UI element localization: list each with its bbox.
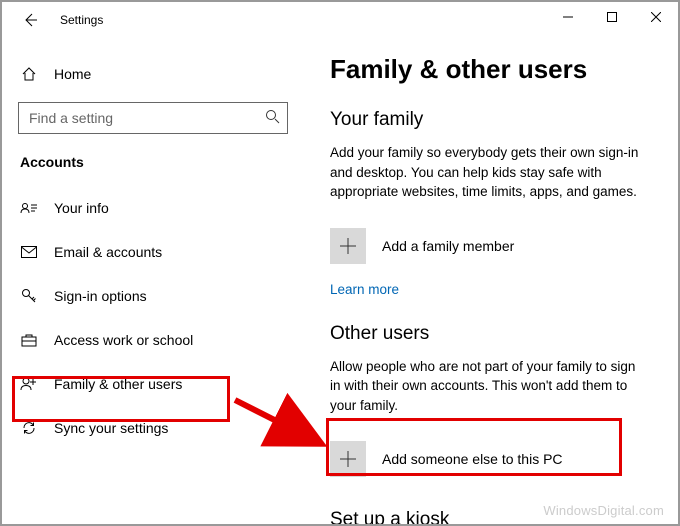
- nav-work-school[interactable]: Access work or school: [18, 318, 302, 362]
- add-other-label: Add someone else to this PC: [382, 451, 563, 467]
- section-label: Accounts: [18, 154, 302, 170]
- close-icon: [651, 12, 661, 22]
- search-input[interactable]: [18, 102, 288, 134]
- nav-signin-options[interactable]: Sign-in options: [18, 274, 302, 318]
- settings-window: Settings Home: [0, 0, 680, 526]
- family-heading: Your family: [330, 109, 648, 131]
- main-panel: Family & other users Your family Add you…: [312, 38, 678, 524]
- search-wrap: [18, 102, 288, 134]
- nav-label: Sync your settings: [54, 420, 168, 436]
- back-button[interactable]: [20, 10, 40, 30]
- plus-icon: [330, 228, 366, 264]
- titlebar: Settings: [2, 2, 678, 38]
- arrow-left-icon: [22, 12, 38, 28]
- page-title: Family & other users: [330, 54, 648, 85]
- search-icon: [265, 109, 280, 127]
- sidebar: Home Accounts Your info: [2, 38, 312, 524]
- minimize-button[interactable]: [546, 2, 590, 32]
- nav-label: Access work or school: [54, 332, 193, 348]
- briefcase-icon: [20, 333, 38, 347]
- family-description: Add your family so everybody gets their …: [330, 143, 648, 202]
- minimize-icon: [563, 12, 573, 22]
- window-title: Settings: [60, 13, 103, 27]
- close-button[interactable]: [634, 2, 678, 32]
- learn-more-link[interactable]: Learn more: [330, 282, 648, 297]
- plus-icon: [330, 441, 366, 477]
- content-area: Home Accounts Your info: [2, 38, 678, 524]
- nav-your-info[interactable]: Your info: [18, 186, 302, 230]
- nav-label: Email & accounts: [54, 244, 162, 260]
- other-users-description: Allow people who are not part of your fa…: [330, 357, 648, 416]
- nav-list: Your info Email & accounts Sign-in optio…: [18, 186, 302, 450]
- person-card-icon: [20, 201, 38, 215]
- maximize-icon: [607, 12, 617, 22]
- maximize-button[interactable]: [590, 2, 634, 32]
- add-family-label: Add a family member: [382, 238, 514, 254]
- nav-label: Sign-in options: [54, 288, 147, 304]
- other-users-heading: Other users: [330, 323, 648, 345]
- watermark: WindowsDigital.com: [543, 503, 664, 518]
- home-icon: [20, 66, 38, 82]
- window-controls: [546, 2, 678, 32]
- nav-email-accounts[interactable]: Email & accounts: [18, 230, 302, 274]
- nav-label: Your info: [54, 200, 109, 216]
- add-other-user-button[interactable]: Add someone else to this PC: [330, 431, 648, 487]
- nav-sync-settings[interactable]: Sync your settings: [18, 406, 302, 450]
- nav-label: Family & other users: [54, 376, 182, 392]
- home-link[interactable]: Home: [18, 56, 302, 92]
- sync-icon: [20, 420, 38, 436]
- home-label: Home: [54, 66, 91, 82]
- key-icon: [20, 288, 38, 304]
- add-family-member-button[interactable]: Add a family member: [330, 218, 648, 274]
- people-add-icon: [20, 376, 38, 392]
- mail-icon: [20, 246, 38, 258]
- nav-family-users[interactable]: Family & other users: [18, 362, 302, 406]
